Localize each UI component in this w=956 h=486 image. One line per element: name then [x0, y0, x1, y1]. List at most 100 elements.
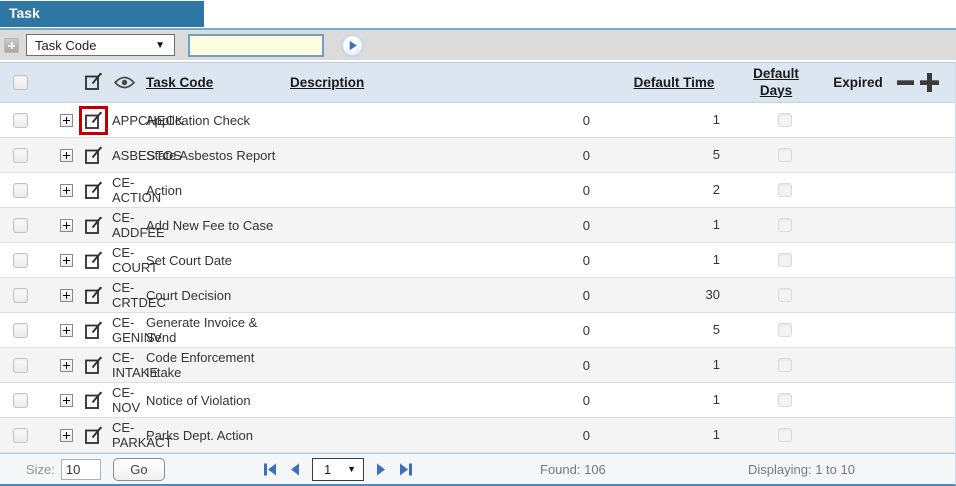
filter-field-dropdown[interactable]: Task Code ▼	[26, 34, 175, 56]
expired-checkbox	[778, 218, 792, 232]
row-checkbox[interactable]	[12, 392, 28, 408]
row-checkbox[interactable]	[12, 322, 28, 338]
column-header-default-days[interactable]: Default Days	[746, 66, 806, 100]
description-cell: Set Court Date	[146, 252, 232, 268]
filter-field-selected: Task Code	[35, 37, 97, 53]
expired-checkbox	[778, 253, 792, 267]
last-page-button[interactable]	[398, 462, 414, 477]
table-body: APPCHECK Application Check 0 1 ASBESTOS …	[0, 103, 956, 453]
row-checkbox[interactable]	[12, 217, 28, 233]
column-header-description[interactable]: Description	[290, 75, 364, 90]
expired-checkbox	[778, 393, 792, 407]
default-days-cell: 30	[705, 286, 720, 302]
table-row: CE-INTAKE Code Enforcement Intake 0 1	[0, 348, 956, 383]
expand-plus-icon[interactable]	[60, 428, 73, 442]
expand-plus-icon[interactable]	[60, 148, 73, 162]
go-button[interactable]: Go	[112, 457, 165, 481]
default-time-cell: 0	[582, 112, 590, 128]
description-cell: Notice of Violation	[146, 392, 251, 408]
plus-icon[interactable]	[920, 73, 939, 92]
column-header-default-time[interactable]: Default Time	[634, 75, 715, 90]
table-row: CE-GENINV Generate Invoice & Send 0 5	[0, 313, 956, 348]
edit-button[interactable]	[79, 281, 108, 310]
description-cell: Parks Dept. Action	[146, 427, 253, 443]
run-search-button[interactable]	[341, 33, 364, 57]
default-time-cell: 0	[582, 322, 590, 338]
search-input[interactable]	[188, 33, 324, 57]
previous-page-button[interactable]	[287, 462, 303, 477]
description-cell: Generate Invoice & Send	[146, 315, 258, 345]
edit-icon	[84, 215, 103, 234]
table-row: ASBESTOS State Asbestos Report 0 5	[0, 138, 956, 173]
edit-button[interactable]	[79, 246, 108, 275]
task-code-cell: CE-ADDFEE	[112, 210, 165, 240]
edit-button[interactable]	[79, 351, 108, 380]
edit-column-icon	[84, 71, 103, 94]
row-checkbox[interactable]	[12, 252, 28, 268]
task-code-cell: CE-INTAKE	[112, 350, 158, 380]
row-checkbox[interactable]	[12, 112, 28, 128]
default-time-cell: 0	[582, 287, 590, 303]
expander-column-header	[40, 63, 74, 102]
expand-plus-icon[interactable]	[60, 288, 73, 302]
default-time-cell: 0	[582, 357, 590, 373]
expand-plus-icon[interactable]	[60, 218, 73, 232]
edit-icon	[84, 285, 103, 304]
expand-plus-icon[interactable]	[60, 323, 73, 337]
next-page-button[interactable]	[373, 462, 389, 477]
default-time-cell: 0	[582, 147, 590, 163]
row-checkbox[interactable]	[12, 287, 28, 303]
table-row: CE-NOV Notice of Violation 0 1	[0, 383, 956, 418]
default-days-cell: 2	[712, 181, 720, 197]
default-time-cell: 0	[582, 252, 590, 268]
table-row: CE-COURT Set Court Date 0 1	[0, 243, 956, 278]
edit-icon	[84, 180, 103, 199]
edit-button[interactable]	[79, 386, 108, 415]
edit-button[interactable]	[79, 421, 108, 450]
select-all-checkbox[interactable]	[12, 75, 28, 90]
default-time-cell: 0	[582, 182, 590, 198]
edit-icon	[84, 320, 103, 339]
default-time-cell: 0	[582, 217, 590, 233]
expand-plus-icon[interactable]	[60, 113, 73, 127]
page-number-dropdown[interactable]: 1 ▼	[312, 457, 364, 481]
edit-button[interactable]	[79, 211, 108, 240]
expired-checkbox	[778, 183, 792, 197]
expand-plus-icon[interactable]	[60, 253, 73, 267]
expired-checkbox	[778, 148, 792, 162]
next-page-icon	[377, 463, 385, 475]
default-days-cell: 1	[712, 111, 720, 127]
expand-plus-icon[interactable]	[60, 393, 73, 407]
edit-button[interactable]	[79, 141, 108, 170]
edit-icon	[84, 145, 103, 164]
edit-button[interactable]	[79, 176, 108, 205]
expired-checkbox	[778, 288, 792, 302]
add-criteria-button[interactable]	[4, 37, 19, 53]
task-code-cell: CE-COURT	[112, 245, 158, 275]
first-page-button[interactable]	[262, 462, 278, 477]
task-code-cell: CE-ACTION	[112, 175, 162, 205]
description-cell: Add New Fee to Case	[146, 217, 274, 233]
page-size-input[interactable]	[60, 458, 101, 480]
default-days-cell: 5	[712, 146, 720, 162]
edit-icon	[84, 390, 103, 409]
row-checkbox[interactable]	[12, 427, 28, 443]
chevron-down-icon: ▼	[155, 39, 165, 51]
row-checkbox[interactable]	[12, 182, 28, 198]
row-checkbox[interactable]	[12, 357, 28, 373]
column-header-task-code[interactable]: Task Code	[146, 75, 213, 90]
edit-icon	[84, 71, 103, 90]
expand-plus-icon[interactable]	[60, 358, 73, 372]
edit-button-highlighted[interactable]	[78, 105, 108, 135]
description-cell: Action	[146, 182, 183, 198]
expand-plus-icon[interactable]	[60, 183, 73, 197]
description-cell: Application Check	[146, 112, 251, 128]
edit-button[interactable]	[79, 316, 108, 345]
default-days-cell: 1	[712, 251, 720, 267]
task-code-cell: APPCHECK	[112, 112, 184, 128]
table-row: CE-ACTION Action 0 2	[0, 173, 956, 208]
default-days-cell: 1	[712, 356, 720, 372]
page-number-value: 1	[324, 461, 332, 477]
row-checkbox[interactable]	[12, 147, 28, 163]
minus-icon[interactable]	[897, 80, 914, 85]
